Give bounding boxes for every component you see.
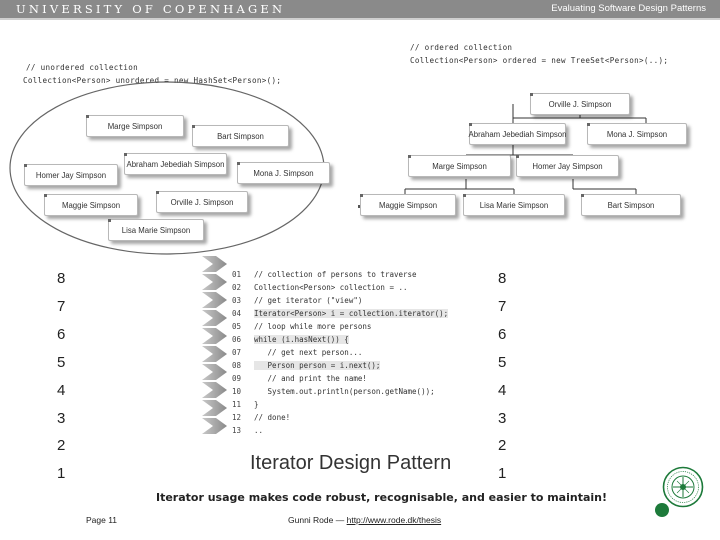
slide-tagline: Iterator usage makes code robust, recogn… bbox=[156, 491, 608, 504]
left-counter: 6 bbox=[57, 326, 66, 343]
unordered-node-bart: Bart Simpson bbox=[192, 125, 289, 147]
iteration-arrows-icon bbox=[202, 256, 227, 434]
unordered-node-homer: Homer Jay Simpson bbox=[24, 164, 118, 186]
code-line: 13.. bbox=[232, 426, 264, 435]
thesis-link[interactable]: http://www.rode.dk/thesis bbox=[347, 515, 442, 525]
unordered-node-abraham: Abraham Jebediah Simpson bbox=[124, 153, 227, 175]
author-name: Gunni Rode — bbox=[288, 515, 345, 525]
tree-node-mona: Mona J. Simpson bbox=[587, 123, 687, 145]
tree-node-bart: Bart Simpson bbox=[581, 194, 681, 216]
right-counter: 6 bbox=[498, 326, 507, 343]
code-line: 02 Collection<Person> collection = .. bbox=[232, 283, 408, 292]
tree-node-orville: Orville J. Simpson bbox=[530, 93, 630, 115]
university-seal-icon bbox=[662, 466, 704, 508]
left-counter: 7 bbox=[57, 298, 66, 315]
right-counter: 1 bbox=[498, 465, 507, 482]
left-counter: 3 bbox=[57, 410, 66, 427]
code-line: 11} bbox=[232, 400, 259, 409]
left-counter: 2 bbox=[57, 437, 66, 454]
unordered-node-marge: Marge Simpson bbox=[86, 115, 184, 137]
code-line: 05// loop while more persons bbox=[232, 322, 372, 331]
code-line: 03// get iterator ("view") bbox=[232, 296, 363, 305]
right-counter: 2 bbox=[498, 437, 507, 454]
unordered-node-mona: Mona J. Simpson bbox=[237, 162, 330, 184]
tree-node-abraham: Abraham Jebediah Simpson bbox=[469, 123, 566, 145]
left-counter: 1 bbox=[57, 465, 66, 482]
left-counter: 5 bbox=[57, 354, 66, 371]
right-counter: 5 bbox=[498, 354, 507, 371]
code-line: 09 // and print the name! bbox=[232, 374, 367, 383]
tree-node-maggie: Maggie Simpson bbox=[360, 194, 456, 216]
tree-node-lisa: Lisa Marie Simpson bbox=[463, 194, 565, 216]
left-counter: 8 bbox=[57, 270, 66, 287]
unordered-node-lisa: Lisa Marie Simpson bbox=[108, 219, 204, 241]
tree-node-marge: Marge Simpson bbox=[408, 155, 511, 177]
right-counter: 3 bbox=[498, 410, 507, 427]
tree-connectors bbox=[404, 104, 647, 194]
unordered-node-maggie: Maggie Simpson bbox=[44, 194, 138, 216]
left-counter: 4 bbox=[57, 382, 66, 399]
right-counter: 4 bbox=[498, 382, 507, 399]
seal-green-dot bbox=[655, 503, 669, 517]
right-counter: 7 bbox=[498, 298, 507, 315]
code-line-highlighted: 06 while (i.hasNext()) { bbox=[232, 335, 349, 344]
code-line: 10 System.out.println(person.getName()); bbox=[232, 387, 435, 396]
slide-title: Iterator Design Pattern bbox=[250, 452, 452, 474]
code-line-highlighted: 08 Person person = i.next(); bbox=[232, 361, 381, 370]
footer-author: Gunni Rode — http://www.rode.dk/thesis bbox=[288, 515, 441, 525]
code-line-highlighted: 04 Iterator<Person> i = collection.iterat… bbox=[232, 309, 449, 318]
page-number: Page 11 bbox=[86, 515, 118, 525]
code-line: 07 // get next person... bbox=[232, 348, 363, 357]
code-line: 12// done! bbox=[232, 413, 291, 422]
right-counter: 8 bbox=[498, 270, 507, 287]
tree-node-homer: Homer Jay Simpson bbox=[516, 155, 619, 177]
unordered-node-orville: Orville J. Simpson bbox=[156, 191, 248, 213]
code-line: 01// collection of persons to traverse bbox=[232, 270, 417, 279]
